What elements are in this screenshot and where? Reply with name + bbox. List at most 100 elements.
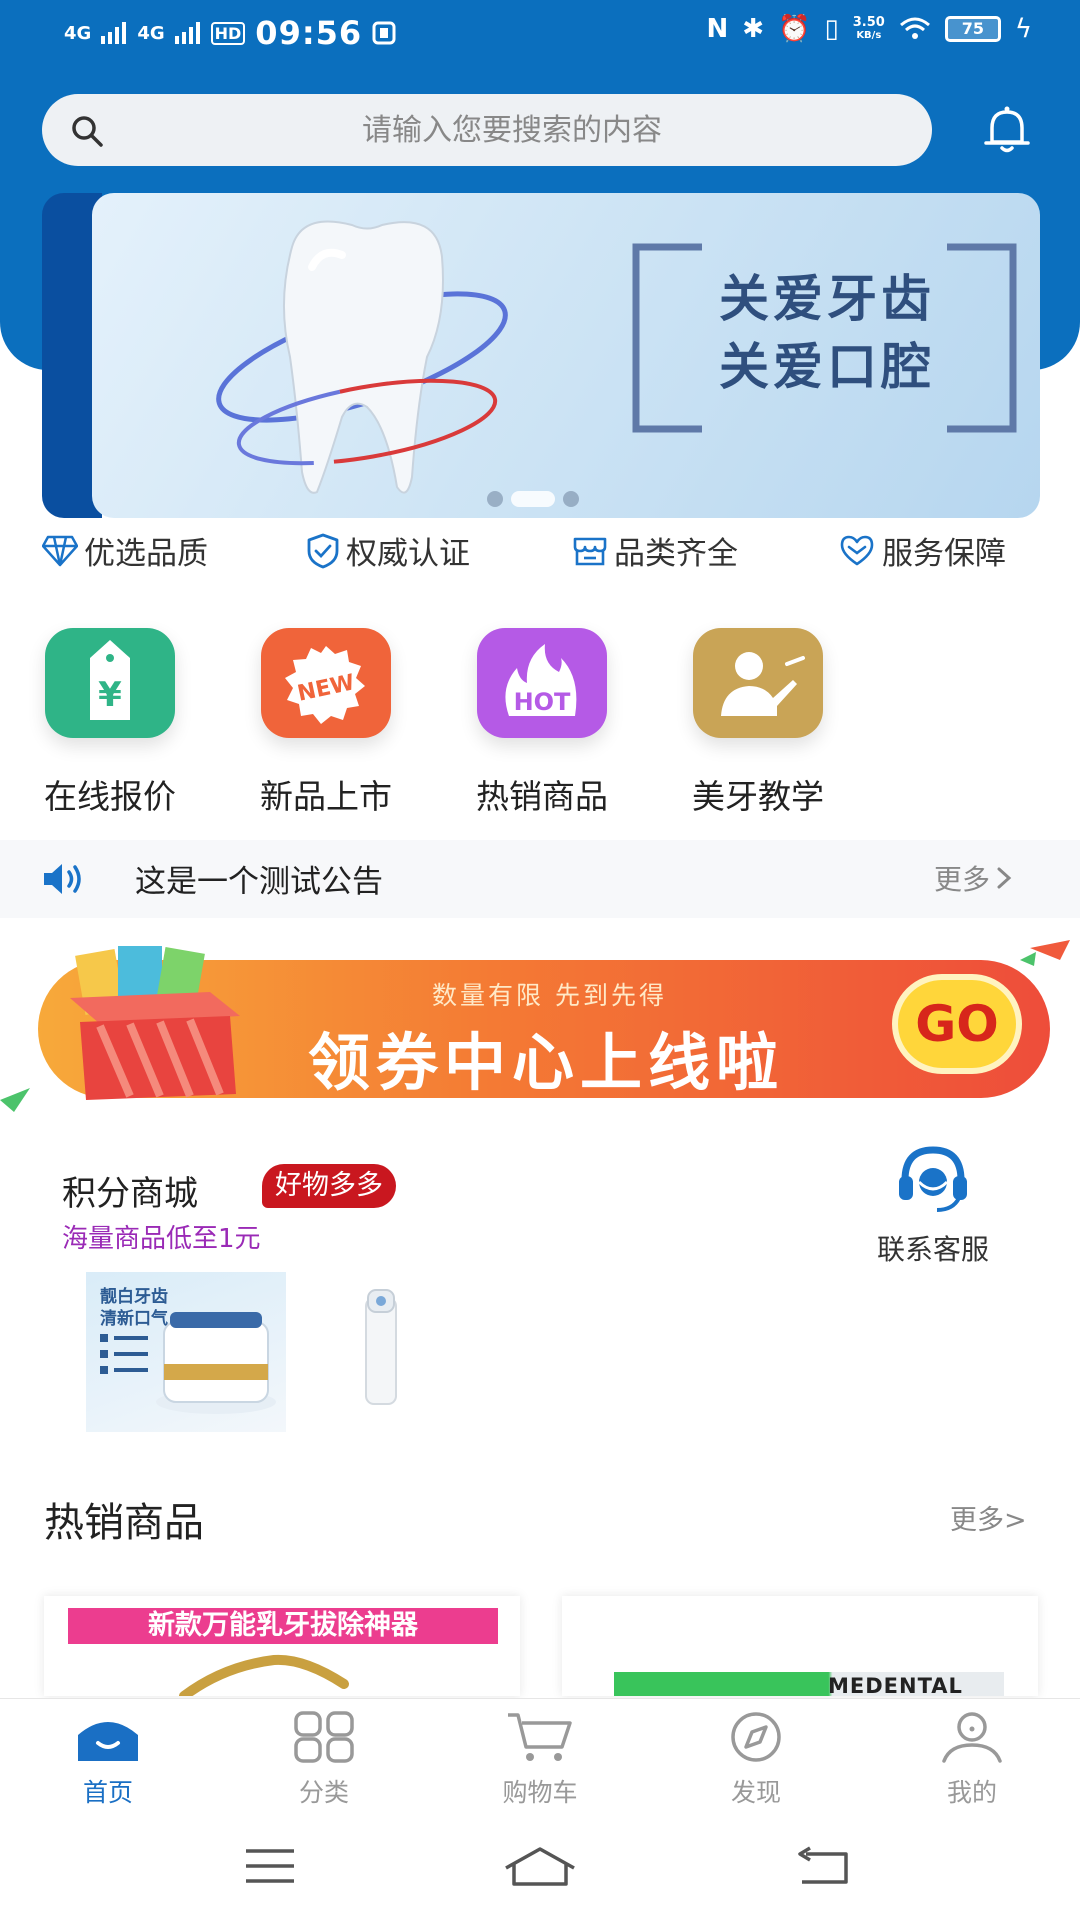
cart-icon	[508, 1713, 572, 1761]
feature-label: 权威认证	[346, 536, 470, 572]
feature-label: 品类齐全	[614, 536, 738, 572]
alarm-icon: ⏰	[778, 14, 811, 44]
hot-flame-icon: HOT	[477, 628, 607, 738]
feature-strip: 优选品质 权威认证 品类齐全 服务保障	[0, 528, 1080, 578]
coupon-center-banner[interactable]: 数量有限 先到先得 领券中心上线啦 GO	[0, 940, 1080, 1120]
nfc-icon: N	[706, 14, 729, 44]
product-card[interactable]: 新款万能乳牙拔除神器	[44, 1596, 520, 1696]
quick-nav: ¥ 在线报价 NEW 新品上市 HOT 热销商品 美牙教学	[0, 620, 1080, 820]
banner-caption-line1: 关爱牙齿	[719, 269, 935, 328]
go-label: GO	[915, 995, 999, 1053]
banner-caption: 关爱牙齿 关爱口腔	[657, 265, 997, 401]
points-product-bottle[interactable]	[360, 1288, 402, 1408]
points-product-whitening[interactable]: 靓白牙齿 清新口气	[86, 1272, 286, 1432]
coupon-subtitle: 数量有限 先到先得	[432, 981, 667, 1010]
store-icon	[573, 537, 607, 565]
menu-icon[interactable]	[244, 1846, 296, 1886]
banner-caption-line2: 关爱口腔	[719, 337, 935, 396]
search-input[interactable]	[122, 106, 902, 154]
carousel-dot[interactable]	[563, 491, 579, 507]
contact-service-button[interactable]: 联系客服	[838, 1140, 1028, 1270]
teacher-icon	[693, 628, 823, 738]
signal-bars-icon	[101, 22, 127, 44]
feature-quality: 优选品质	[42, 528, 208, 573]
notification-box-icon	[372, 21, 396, 45]
points-mall-badge: 好物多多	[262, 1164, 396, 1208]
tab-cart[interactable]: 购物车	[470, 1711, 610, 1809]
svg-text:¥: ¥	[98, 675, 122, 715]
new-badge-icon: NEW	[261, 628, 391, 738]
quick-nav-teaching[interactable]: 美牙教学	[658, 620, 858, 818]
quick-nav-label: 新品上市	[260, 777, 392, 816]
carousel-dots	[487, 491, 579, 507]
promo-banner[interactable]: 关爱牙齿 关爱口腔	[92, 193, 1040, 518]
tab-label: 发现	[730, 1778, 781, 1807]
tab-label: 我的	[946, 1778, 997, 1807]
carousel-dot[interactable]	[487, 491, 503, 507]
quick-nav-label: 在线报价	[44, 777, 176, 816]
announcement-more-link[interactable]: 更多	[934, 858, 1012, 898]
bottom-tab-bar: 首页 分类 购物车 发现 我的	[0, 1698, 1080, 1816]
carousel-dot-active[interactable]	[511, 491, 555, 507]
signal-2-label: 4G	[137, 22, 165, 44]
user-icon	[942, 1712, 1002, 1763]
whitening-jar-image	[100, 1312, 276, 1414]
signal-bars-icon	[174, 22, 200, 44]
quick-nav-online-quote[interactable]: ¥ 在线报价	[10, 620, 210, 818]
more-label: 更多	[934, 863, 991, 896]
compass-icon	[731, 1712, 781, 1762]
tab-label: 首页	[82, 1778, 133, 1807]
bell-icon[interactable]	[978, 100, 1036, 158]
vibrate-icon: ▯	[824, 14, 839, 44]
tab-category[interactable]: 分类	[254, 1711, 394, 1809]
wifi-icon	[899, 17, 930, 39]
bluetooth-icon: ✱	[742, 14, 765, 44]
product-card[interactable]: MEDENTAL	[562, 1596, 1038, 1696]
tab-label: 分类	[298, 1778, 349, 1807]
feature-categories: 品类齐全	[572, 528, 738, 573]
quick-nav-label: 美牙教学	[692, 777, 824, 816]
hot-products-title: 热销商品	[44, 1500, 204, 1546]
svg-text:HOT: HOT	[514, 688, 571, 716]
contact-service-label: 联系客服	[876, 1233, 989, 1266]
coupon-go-button[interactable]: GO	[892, 974, 1022, 1074]
speaker-icon	[44, 864, 81, 894]
feature-label: 优选品质	[84, 536, 208, 572]
search-bar[interactable]	[42, 94, 932, 166]
tab-label: 购物车	[502, 1778, 578, 1807]
speed-value: 3.50	[852, 15, 885, 30]
coupon-title: 领券中心上线啦	[308, 1026, 785, 1099]
shield-check-icon	[307, 533, 339, 568]
feature-certified: 权威认证	[306, 528, 470, 573]
clock: 09:56	[255, 14, 363, 52]
feature-label: 服务保障	[882, 536, 1006, 572]
feature-service: 服务保障	[838, 528, 1006, 573]
tab-home[interactable]: 首页	[38, 1711, 178, 1809]
status-bar: 4G 4G HD 09:56 N ✱ ⏰ ▯ 3.50 KB/s 75 ϟ	[0, 0, 1080, 68]
speed-unit: KB/s	[856, 30, 882, 41]
network-speed: 3.50 KB/s	[853, 16, 885, 42]
home-icon	[78, 1722, 138, 1761]
quick-nav-new-arrivals[interactable]: NEW 新品上市	[226, 620, 426, 818]
points-mall-subtitle: 海量商品低至1元	[62, 1224, 261, 1254]
announcement-bar[interactable]: 这是一个测试公告 更多	[0, 840, 1080, 918]
tab-profile[interactable]: 我的	[902, 1711, 1042, 1809]
quick-nav-hot-products[interactable]: HOT 热销商品	[442, 620, 642, 818]
hot-products-more-link[interactable]: 更多>	[950, 1498, 1027, 1537]
hd-label: HD	[210, 21, 246, 45]
home-nav-icon[interactable]	[504, 1846, 576, 1886]
back-icon[interactable]	[796, 1846, 850, 1886]
quick-nav-label: 热销商品	[476, 777, 608, 816]
heart-shield-icon	[840, 535, 874, 565]
system-navigation-bar	[0, 1816, 1080, 1920]
headset-icon	[899, 1146, 967, 1212]
search-icon	[72, 116, 103, 147]
signal-1-label: 4G	[64, 22, 92, 44]
tab-discover[interactable]: 发现	[686, 1711, 826, 1809]
chevron-right-icon	[997, 867, 1012, 889]
tweezers-image	[179, 1654, 349, 1696]
category-icon	[294, 1711, 354, 1763]
price-tag-icon: ¥	[45, 628, 175, 738]
product-brand-label: MEDENTAL	[828, 1674, 963, 1696]
announcement-text: 这是一个测试公告	[135, 864, 383, 900]
